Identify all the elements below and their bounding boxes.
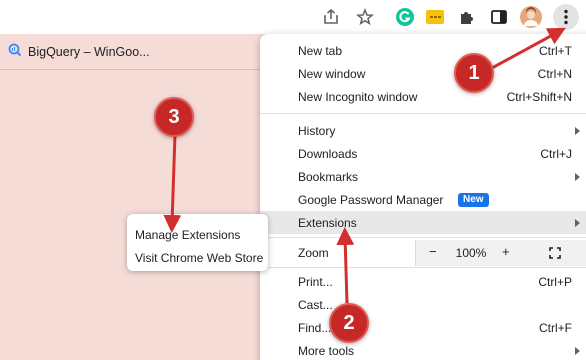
menu-item-find[interactable]: Find... Ctrl+F <box>260 316 586 339</box>
menu-label: New tab <box>298 43 343 58</box>
menu-item-more-tools[interactable]: More tools <box>260 339 586 360</box>
menu-divider <box>260 237 586 238</box>
menu-label: New Incognito window <box>298 89 418 104</box>
menu-item-zoom: Zoom − 100% + <box>260 240 586 266</box>
menu-item-new-tab[interactable]: New tab Ctrl+T <box>260 39 586 62</box>
chevron-right-icon <box>575 218 580 227</box>
menu-item-downloads[interactable]: Downloads Ctrl+J <box>260 142 586 165</box>
annotation-number-2: 2 <box>329 303 369 343</box>
browser-toolbar <box>0 0 586 34</box>
menu-label: Downloads <box>298 146 358 161</box>
bookmark-star-icon[interactable] <box>354 6 376 28</box>
chevron-right-icon <box>575 346 580 355</box>
zoom-out-button[interactable]: − <box>429 244 437 259</box>
bookmark-bigquery[interactable]: BigQuery – WinGoo... <box>8 43 150 60</box>
menu-label: Cast... <box>298 297 333 312</box>
grammarly-icon[interactable] <box>394 6 416 28</box>
annotation-number-1: 1 <box>454 53 494 93</box>
new-badge: New <box>458 193 489 207</box>
menu-label: Zoom <box>298 246 329 260</box>
menu-item-extensions[interactable]: Extensions <box>260 211 586 234</box>
kebab-menu-icon[interactable] <box>553 4 579 30</box>
menu-label: History <box>298 123 336 138</box>
menu-label: Bookmarks <box>298 169 359 184</box>
arrow-3 <box>163 133 182 233</box>
menu-label: Print... <box>298 274 333 289</box>
menu-divider <box>260 113 586 114</box>
menu-item-new-window[interactable]: New window Ctrl+N <box>260 62 586 85</box>
zoom-level: 100% <box>455 246 487 260</box>
menu-item-new-incognito-window[interactable]: New Incognito window Ctrl+Shift+N <box>260 85 586 108</box>
share-icon[interactable] <box>320 6 342 28</box>
menu-label: New window <box>298 66 366 81</box>
zoom-control: − 100% + <box>415 240 586 266</box>
menu-shortcut: Ctrl+F <box>539 320 572 335</box>
menu-shortcut: Ctrl+J <box>540 146 572 161</box>
chevron-right-icon <box>575 126 580 135</box>
fullscreen-icon[interactable] <box>549 247 561 259</box>
menu-item-password-manager[interactable]: Google Password Manager New <box>260 188 586 211</box>
avatar[interactable] <box>520 6 542 28</box>
extensions-submenu: Manage Extensions Visit Chrome Web Store <box>127 214 268 271</box>
menu-item-print[interactable]: Print... Ctrl+P <box>260 270 586 293</box>
side-panel-icon[interactable] <box>488 6 510 28</box>
menu-shortcut: Ctrl+N <box>537 66 572 81</box>
extension-yellow-icon[interactable] <box>424 6 446 28</box>
menu-item-bookmarks[interactable]: Bookmarks <box>260 165 586 188</box>
menu-label: Google Password Manager <box>298 192 444 207</box>
menu-item-history[interactable]: History <box>260 119 586 142</box>
chevron-right-icon <box>575 172 580 181</box>
menu-item-cast[interactable]: Cast... <box>260 293 586 316</box>
menu-label: Extensions <box>298 215 357 230</box>
menu-shortcut: Ctrl+Shift+N <box>506 89 572 104</box>
zoom-in-button[interactable]: + <box>502 244 510 259</box>
puzzle-icon[interactable] <box>456 6 478 28</box>
manage-extensions-item[interactable]: Manage Extensions <box>135 228 240 242</box>
annotation-number-3: 3 <box>154 97 194 137</box>
menu-divider <box>260 267 586 268</box>
chrome-main-menu: New tab Ctrl+T New window Ctrl+N New Inc… <box>260 34 586 360</box>
menu-shortcut: Ctrl+T <box>539 43 572 58</box>
menu-shortcut: Ctrl+P <box>538 274 572 289</box>
bigquery-icon <box>8 43 22 60</box>
menu-label: More tools <box>298 343 355 358</box>
visit-web-store-item[interactable]: Visit Chrome Web Store <box>135 251 263 265</box>
menu-label: Find... <box>298 320 332 335</box>
bookmark-label: BigQuery – WinGoo... <box>28 44 150 59</box>
